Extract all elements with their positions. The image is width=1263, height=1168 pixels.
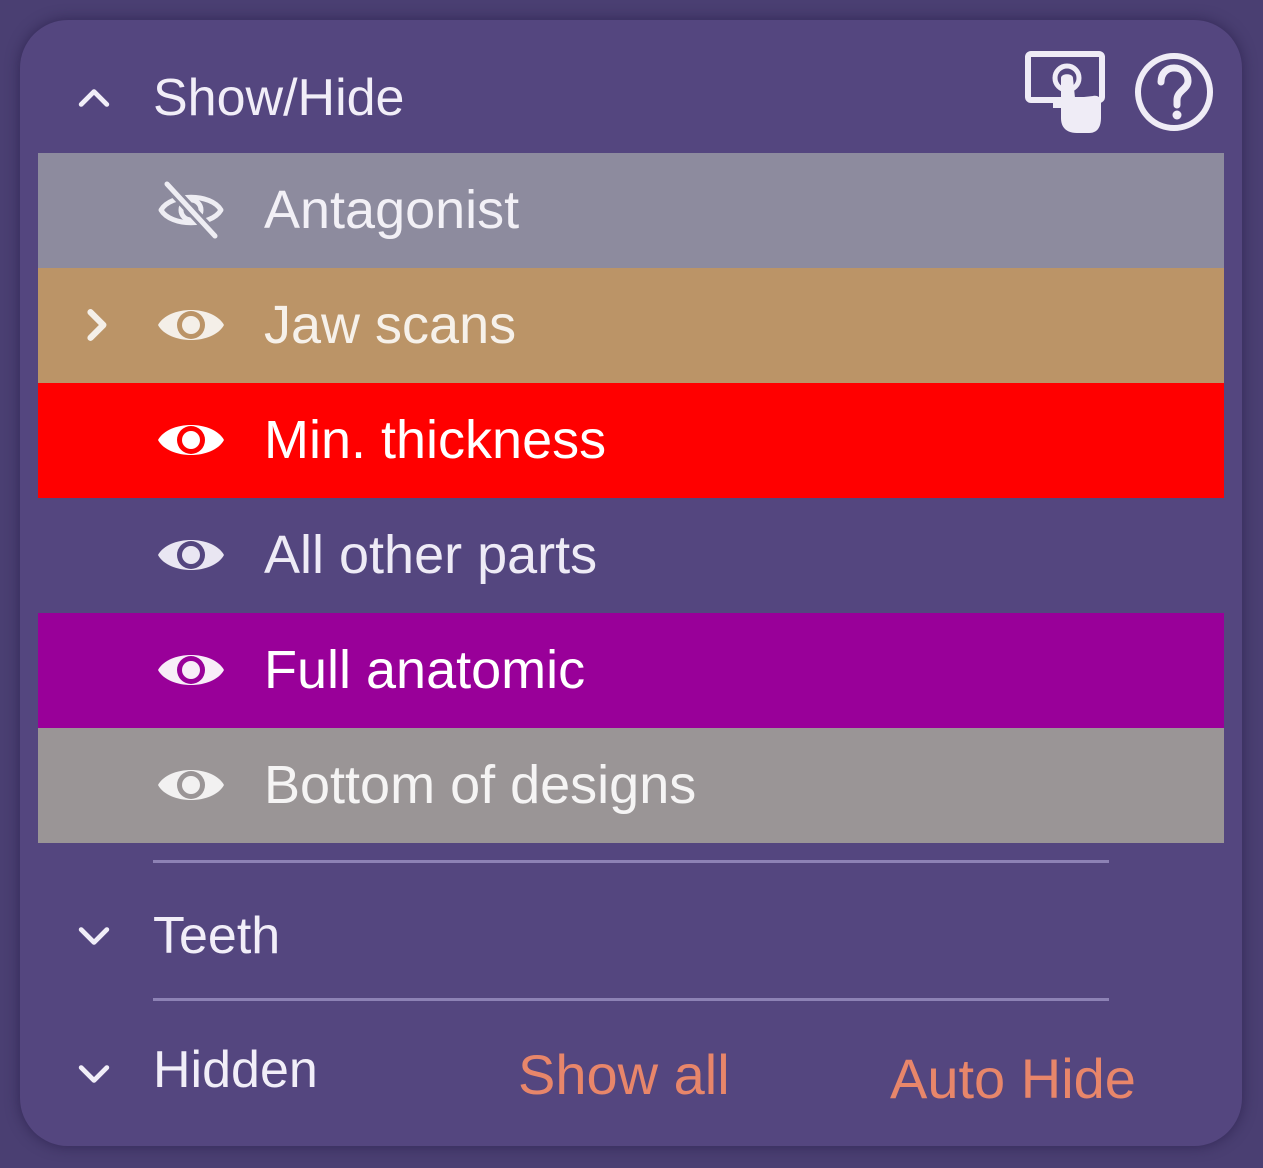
layer-row[interactable]: Min. thickness xyxy=(38,383,1224,498)
eye-icon[interactable] xyxy=(155,293,227,357)
chevron-down-icon[interactable] xyxy=(72,1052,116,1096)
show-hide-panel: Show/Hide Antagonist Jaw scans Min. thickn… xyxy=(20,20,1242,1146)
eye-off-icon[interactable] xyxy=(155,178,227,242)
layer-label: All other parts xyxy=(264,525,598,585)
help-icon[interactable] xyxy=(1130,48,1218,136)
teeth-title: Teeth xyxy=(153,907,281,965)
chevron-down-icon[interactable] xyxy=(72,914,116,958)
show-hide-section-header[interactable]: Show/Hide xyxy=(20,42,1242,152)
layer-label: Bottom of designs xyxy=(264,755,697,815)
teeth-section-header[interactable]: Teeth xyxy=(20,880,1242,990)
chevron-right-icon[interactable] xyxy=(74,303,118,347)
layer-label: Antagonist xyxy=(264,180,520,240)
layer-label: Min. thickness xyxy=(264,410,607,470)
show-hide-title: Show/Hide xyxy=(153,69,405,127)
layer-label: Jaw scans xyxy=(264,295,517,355)
layer-row[interactable]: All other parts xyxy=(38,498,1224,613)
touch-screen-icon[interactable] xyxy=(1023,48,1111,136)
eye-icon[interactable] xyxy=(155,753,227,817)
chevron-up-icon[interactable] xyxy=(72,76,116,120)
visibility-list: Antagonist Jaw scans Min. thickness All oth… xyxy=(38,153,1224,843)
layer-row[interactable]: Bottom of designs xyxy=(38,728,1224,843)
divider xyxy=(153,998,1109,1001)
eye-icon[interactable] xyxy=(155,638,227,702)
show-all-button[interactable]: Show all xyxy=(518,1042,730,1108)
eye-icon[interactable] xyxy=(155,408,227,472)
layer-label: Full anatomic xyxy=(264,640,586,700)
layer-row[interactable]: Antagonist xyxy=(38,153,1224,268)
divider xyxy=(153,860,1109,863)
layer-row[interactable]: Full anatomic xyxy=(38,613,1224,728)
layer-row[interactable]: Jaw scans xyxy=(38,268,1224,383)
hidden-title: Hidden xyxy=(153,1041,318,1099)
auto-hide-button[interactable]: Auto Hide xyxy=(890,1046,1136,1112)
eye-icon[interactable] xyxy=(155,523,227,587)
